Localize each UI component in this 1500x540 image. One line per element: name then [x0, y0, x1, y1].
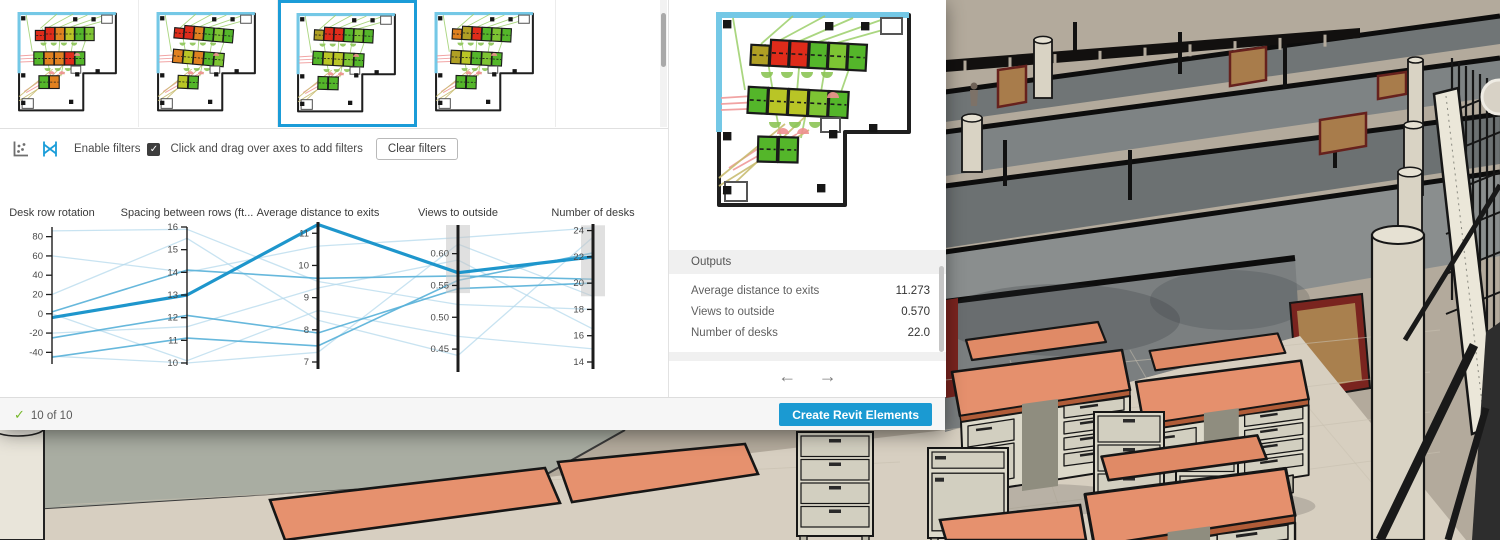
dialog-bottom-bar: ✓ 10 of 10 Create Revit Elements [0, 397, 945, 430]
svg-text:Views to outside: Views to outside [418, 207, 498, 219]
svg-text:-40: -40 [29, 347, 43, 358]
parallel-coordinates-plot[interactable]: 80 60 40 20 0 -20 -40 Desk row rotation 16 15 14 13… [0, 0, 668, 430]
output-row-2: Views to outside0.570 [669, 302, 946, 323]
svg-text:24: 24 [573, 226, 584, 237]
svg-text:7: 7 [304, 357, 309, 368]
svg-text:20: 20 [32, 290, 43, 301]
next-option-arrow[interactable]: → [819, 366, 837, 386]
svg-text:12: 12 [167, 313, 178, 324]
svg-text:16: 16 [573, 331, 584, 342]
output-label: Average distance to exits [691, 281, 896, 302]
svg-text:20: 20 [573, 278, 584, 289]
check-icon: ✓ [14, 407, 25, 422]
svg-text:0.45: 0.45 [431, 344, 450, 355]
outputs-table: Average distance to exits11.273Views to … [669, 281, 946, 344]
svg-text:Number of desks: Number of desks [551, 207, 635, 219]
generative-design-dialog: Enable filters ✓ Click and drag over axe… [0, 0, 945, 430]
output-label: Views to outside [691, 302, 901, 323]
option-navigation: ← → [669, 366, 946, 387]
output-value: 11.273 [896, 281, 930, 302]
svg-text:13: 13 [167, 290, 178, 301]
svg-text:16: 16 [167, 222, 178, 233]
create-revit-elements-button[interactable]: Create Revit Elements [779, 403, 932, 426]
result-count-label: 10 of 10 [31, 410, 73, 422]
output-row-3: Number of desks22.0 [669, 323, 946, 344]
result-count: ✓ 10 of 10 [14, 407, 72, 423]
svg-text:-20: -20 [29, 328, 43, 339]
svg-text:18: 18 [573, 304, 584, 315]
svg-text:Average distance to exits: Average distance to exits [257, 207, 380, 219]
svg-text:0.50: 0.50 [431, 312, 450, 323]
outputs-divider [669, 352, 946, 361]
svg-text:40: 40 [32, 270, 43, 281]
svg-text:15: 15 [167, 245, 178, 256]
output-label: Number of desks [691, 323, 908, 344]
svg-text:8: 8 [304, 325, 309, 336]
svg-text:80: 80 [32, 232, 43, 243]
output-value: 22.0 [908, 323, 930, 344]
output-row-1: Average distance to exits11.273 [669, 281, 946, 302]
previous-option-arrow[interactable]: ← [778, 366, 796, 386]
selected-option-floor-plan-preview [713, 10, 921, 210]
selected-option-panel: Outputs Average distance to exits11.273V… [668, 0, 946, 397]
svg-text:9: 9 [304, 293, 309, 304]
svg-text:10: 10 [167, 358, 178, 369]
svg-text:Desk row rotation: Desk row rotation [9, 207, 95, 219]
svg-text:0.55: 0.55 [431, 281, 450, 292]
output-value: 0.570 [901, 302, 930, 323]
svg-text:Spacing between rows (ft...: Spacing between rows (ft... [121, 207, 254, 219]
svg-text:22: 22 [573, 252, 584, 263]
svg-text:11: 11 [299, 228, 309, 239]
panel-scrollbar-thumb[interactable] [939, 266, 944, 352]
svg-text:0: 0 [38, 309, 43, 320]
svg-text:60: 60 [32, 251, 43, 262]
svg-text:10: 10 [298, 260, 309, 271]
outputs-header: Outputs [669, 250, 946, 274]
svg-text:14: 14 [167, 267, 178, 278]
svg-text:0.60: 0.60 [431, 249, 450, 260]
svg-text:11: 11 [168, 335, 178, 346]
svg-text:14: 14 [573, 357, 584, 368]
